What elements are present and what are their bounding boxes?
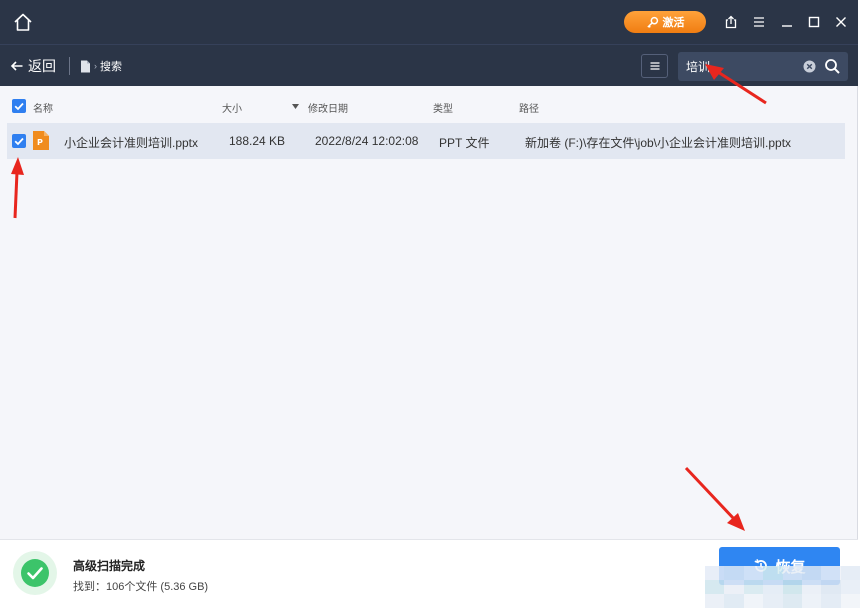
row-checkbox[interactable] bbox=[12, 134, 26, 148]
column-header-name[interactable]: 名称 bbox=[33, 100, 53, 115]
back-button[interactable]: 返回 bbox=[10, 55, 56, 77]
minimize-button[interactable] bbox=[778, 12, 796, 32]
pptx-file-icon: P bbox=[33, 131, 49, 150]
breadcrumb-separator-icon: › bbox=[94, 61, 97, 71]
column-header-modified[interactable]: 修改日期 bbox=[308, 100, 348, 115]
share-icon bbox=[725, 15, 737, 29]
search-icon[interactable] bbox=[824, 58, 841, 75]
back-label: 返回 bbox=[28, 58, 56, 74]
svg-text:P: P bbox=[37, 138, 43, 147]
success-check-icon bbox=[13, 551, 57, 595]
scan-found-count: 找到：106个文件 (5.36 GB) bbox=[73, 581, 209, 593]
sort-descending-icon[interactable] bbox=[292, 104, 299, 109]
search-box bbox=[678, 52, 848, 81]
breadcrumb: › 搜索 bbox=[80, 57, 122, 75]
home-icon[interactable] bbox=[12, 11, 34, 33]
breadcrumb-label: 搜索 bbox=[100, 61, 122, 73]
file-path: 新加卷 (F:)\存在文件\job\小企业会计准则培训.pptx bbox=[525, 136, 792, 150]
maximize-icon bbox=[808, 16, 820, 28]
nav-bar: 返回 › 搜索 bbox=[0, 44, 858, 86]
blurred-watermark bbox=[705, 566, 860, 608]
file-type: PPT 文件 bbox=[439, 136, 490, 150]
menu-icon bbox=[754, 17, 764, 27]
maximize-button[interactable] bbox=[805, 12, 823, 32]
select-all-checkbox[interactable] bbox=[12, 99, 26, 113]
column-header-type[interactable]: 类型 bbox=[433, 100, 453, 115]
nav-divider bbox=[69, 57, 70, 75]
checkmark-icon bbox=[14, 137, 24, 146]
file-modified: 2022/8/24 12:02:08 bbox=[315, 134, 419, 148]
column-header-size[interactable]: 大小 bbox=[222, 100, 242, 115]
list-icon bbox=[650, 62, 659, 70]
menu-button[interactable] bbox=[750, 12, 768, 32]
activate-label: 激活 bbox=[662, 17, 685, 29]
activate-button[interactable]: 激活 bbox=[624, 11, 706, 33]
table-header: 名称 大小 修改日期 类型 路径 bbox=[0, 86, 858, 121]
view-menu-button[interactable] bbox=[641, 54, 668, 78]
scan-status-title: 高级扫描完成 bbox=[73, 559, 146, 573]
file-name: 小企业会计准则培训.pptx bbox=[64, 136, 199, 150]
minimize-icon bbox=[782, 25, 792, 27]
file-size: 188.24 KB bbox=[229, 134, 286, 148]
close-icon bbox=[836, 17, 846, 27]
app-window: 激活 返回 › 搜索 培训 名称 大小 修改日期 类型 路径 P 小企业会计准则… bbox=[0, 0, 858, 608]
title-bar: 激活 bbox=[0, 0, 858, 44]
clear-search-icon[interactable] bbox=[803, 60, 816, 73]
checkmark-icon bbox=[14, 102, 24, 111]
arrow-left-icon bbox=[10, 61, 23, 71]
key-icon bbox=[646, 16, 658, 28]
close-button[interactable] bbox=[832, 12, 850, 32]
search-input[interactable] bbox=[686, 56, 796, 76]
document-icon bbox=[81, 60, 90, 72]
share-button[interactable] bbox=[722, 12, 740, 32]
table-row[interactable]: P 小企业会计准则培训.pptx 188.24 KB 2022/8/24 12:… bbox=[7, 123, 845, 159]
column-header-path[interactable]: 路径 bbox=[519, 100, 539, 115]
